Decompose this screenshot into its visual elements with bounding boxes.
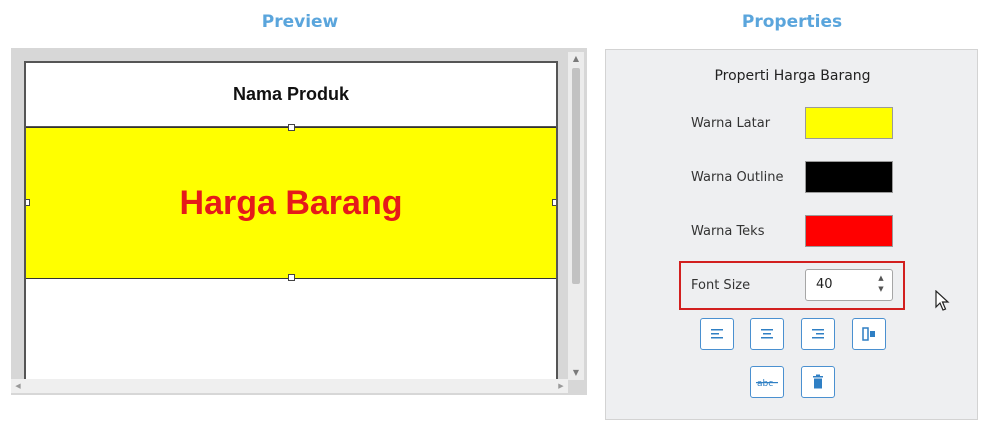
svg-text:abc: abc [757,379,773,389]
price-text: Harga Barang [179,183,403,222]
preview-panel: Nama Produk Harga Barang ▲ ▼ ◀ ▶ [11,48,587,395]
scroll-right-icon[interactable]: ▶ [554,379,568,393]
text-color-swatch[interactable] [805,215,893,247]
font-size-row: Font Size 40 ▲ ▼ [691,269,901,303]
properties-heading: Properti Harga Barang [714,68,871,84]
align-center-button[interactable] [750,318,784,350]
align-right-icon [812,329,824,339]
scroll-left-icon[interactable]: ◀ [11,379,25,393]
strikethrough-icon: abc [756,379,778,389]
properties-panel: Properti Harga Barang Warna Latar Warna … [605,49,978,420]
align-left-icon [711,329,723,339]
mouse-cursor-icon [935,290,950,311]
app-root: Preview Properties Nama Produk Harga Bar… [0,0,991,432]
price-element[interactable]: Harga Barang [26,127,556,279]
text-color-row: Warna Teks [691,215,901,249]
resize-handle-bottom[interactable] [288,274,295,281]
fit-width-button[interactable] [852,318,886,350]
align-center-icon [761,329,773,339]
background-color-swatch[interactable] [805,107,893,139]
strikethrough-button[interactable]: abc [750,366,784,398]
vertical-scrollbar[interactable]: ▲ ▼ [568,52,584,380]
font-size-label: Font Size [691,278,751,293]
scroll-thumb[interactable] [572,68,580,284]
resize-handle-right[interactable] [552,199,556,206]
product-name-text: Nama Produk [232,84,350,104]
resize-handle-top[interactable] [288,124,295,131]
scroll-down-icon[interactable]: ▼ [568,366,584,380]
align-left-button[interactable] [700,318,734,350]
delete-button[interactable] [801,366,835,398]
outline-color-row: Warna Outline [691,161,901,195]
preview-title: Preview [261,12,339,32]
preview-canvas: Nama Produk Harga Barang [24,61,558,381]
trash-icon [813,374,823,389]
background-color-label: Warna Latar [691,116,771,131]
background-color-row: Warna Latar [691,107,901,141]
align-right-button[interactable] [801,318,835,350]
outline-color-label: Warna Outline [691,170,784,185]
properties-title: Properties [741,12,843,32]
fit-width-icon [862,327,875,341]
product-name-element[interactable]: Nama Produk [26,63,556,127]
horizontal-scrollbar[interactable]: ◀ ▶ [11,379,568,393]
text-color-label: Warna Teks [691,224,765,239]
scroll-up-icon[interactable]: ▲ [568,52,584,66]
resize-handle-left[interactable] [26,199,30,206]
outline-color-swatch[interactable] [805,161,893,193]
font-size-stepper[interactable]: ▲ ▼ [875,273,887,297]
